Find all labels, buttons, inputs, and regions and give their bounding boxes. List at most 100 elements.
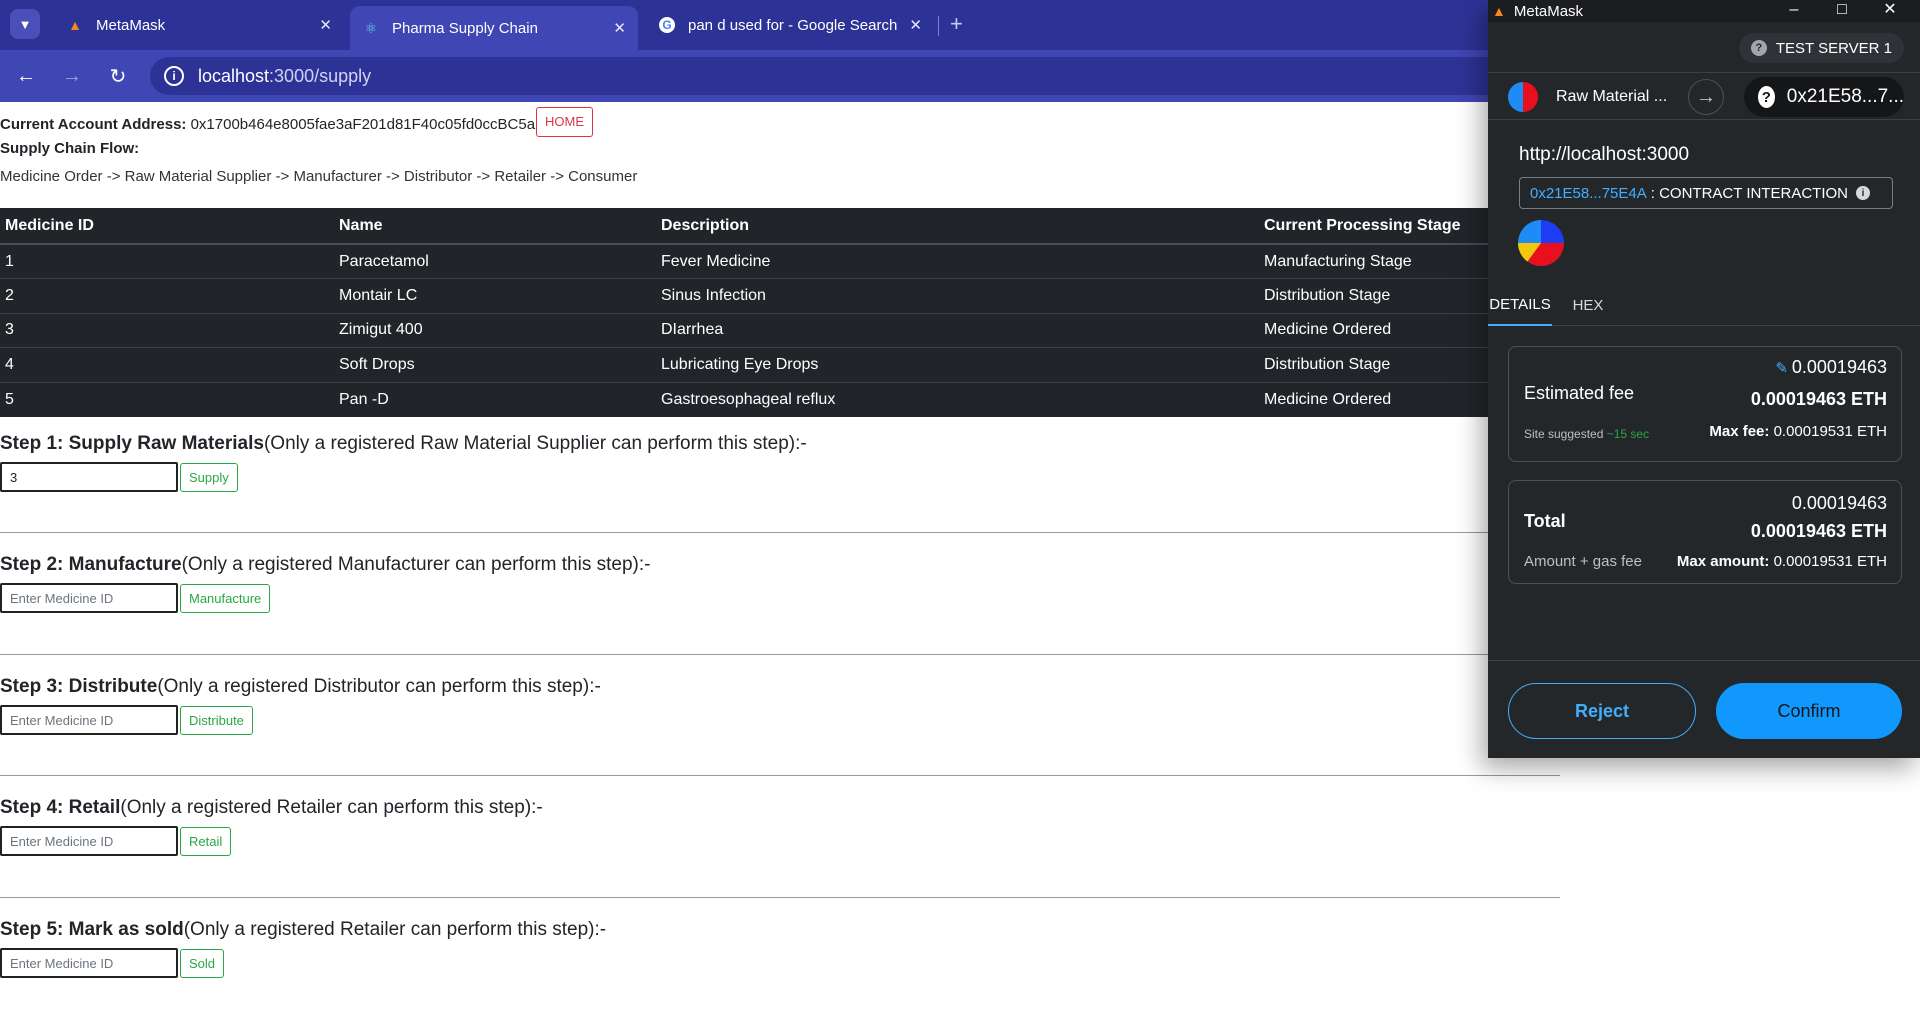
to-account-address: 0x21E58...7... [1786,86,1904,107]
manufacture-button[interactable]: Manufacture [180,583,271,613]
arrow-right-icon: → [1688,79,1724,115]
react-icon: ⚛ [364,19,378,36]
cell-name: Paracetamol [334,243,656,279]
close-icon[interactable]: ✕ [1866,0,1914,20]
cell-description: Fever Medicine [656,243,1259,279]
contract-address[interactable]: 0x21E58...75E4A [1530,185,1647,202]
tab-search-chevron-icon[interactable]: ▼ [10,9,40,39]
medicine-id-input[interactable] [0,705,178,735]
sold-button[interactable]: Sold [180,948,225,978]
total-label: Total [1524,511,1566,531]
tab-google-search[interactable]: G pan d used for - Google Search ✕ [646,6,934,44]
account-line: Current Account Address: 0x1700b464e8005… [0,107,594,140]
cell-id: 3 [0,312,334,348]
supply-button[interactable]: Supply [180,462,238,492]
medicine-id-input[interactable] [0,948,178,978]
medicine-id-input[interactable] [0,826,178,856]
confirm-button[interactable]: Confirm [1716,683,1902,739]
distribute-button[interactable]: Distribute [180,705,253,735]
close-icon[interactable]: ✕ [319,16,332,34]
step-title: Step 4: Retail [0,797,121,818]
step-title: Step 2: Manufacture [0,554,182,575]
medicine-table: Medicine ID Name Description Current Pro… [0,208,1560,417]
cell-name: Montair LC [334,278,656,313]
total-card: Total 0.00019463 0.00019463 ETH Amount +… [1508,480,1902,584]
estimated-fee-eth: 0.00019463 ETH [1750,389,1887,409]
metamask-popup: ▲ MetaMask – □ ✕ ? TEST SERVER 1 Raw Mat… [1488,0,1920,758]
back-arrow-icon[interactable]: ← [12,62,40,90]
home-button[interactable]: HOME [536,107,594,137]
step-mark-sold: Step 5: Mark as sold(Only a registered R… [0,918,1560,978]
metamask-footer: Reject Confirm [1488,660,1920,758]
forward-arrow-icon[interactable]: → [58,62,86,90]
table-row: 5 Pan -D Gastroesophageal reflux Medicin… [0,381,1560,417]
total-value: 0.00019463 [1791,493,1887,513]
tab-title: MetaMask [96,16,166,34]
reject-button[interactable]: Reject [1508,683,1696,739]
estimated-fee-value: 0.00019463 [1791,357,1887,377]
minimize-icon[interactable]: – [1770,0,1818,20]
cell-id: 5 [0,381,334,417]
divider [0,654,1560,655]
max-amount-value: 0.00019531 ETH [1773,553,1887,570]
from-account[interactable]: Raw Material ... [1508,82,1667,112]
tab-pharma-supply-chain[interactable]: ⚛ Pharma Supply Chain ✕ [350,6,638,50]
site-info-icon[interactable]: i [164,66,184,86]
step-title: Step 5: Mark as sold [0,919,184,940]
medicine-id-input[interactable] [0,583,178,613]
step-title: Step 1: Supply Raw Materials [0,433,264,454]
details-tabs: DETAILS HEX [1488,284,1920,326]
table-row: 3 Zimigut 400 DIarrhea Medicine Ordered [0,312,1560,348]
close-icon[interactable]: ✕ [909,16,922,34]
to-account[interactable]: ? 0x21E58...7... [1744,77,1904,117]
step-note: (Only a registered Raw Material Supplier… [263,433,807,454]
network-selector[interactable]: ? TEST SERVER 1 [1738,33,1904,63]
google-icon: G [658,16,676,34]
maximize-icon[interactable]: □ [1818,0,1866,20]
contract-label: : CONTRACT INTERACTION [1650,184,1848,202]
pencil-icon[interactable]: ✎ [1775,360,1788,377]
cell-name: Zimigut 400 [334,312,656,348]
cell-id: 1 [0,243,334,279]
account-label: Current Account Address: [0,115,187,133]
cell-description: DIarrhea [656,312,1259,348]
network-name: TEST SERVER 1 [1775,39,1892,57]
window-title: MetaMask [1513,2,1584,20]
reload-icon[interactable]: ↻ [104,62,132,90]
flow-title: Supply Chain Flow: [0,140,140,157]
contract-interaction-box[interactable]: 0x21E58...75E4A : CONTRACT INTERACTION i [1519,177,1893,209]
divider [0,897,1560,898]
close-icon[interactable]: ✕ [613,19,626,37]
step-distribute: Step 3: Distribute(Only a registered Dis… [0,675,1560,735]
site-origin: http://localhost:3000 [1519,144,1690,165]
column-header: Description [656,208,1259,245]
question-icon: ? [1758,86,1775,108]
cell-name: Pan -D [334,381,656,417]
info-icon[interactable]: i [1856,186,1870,200]
total-eth: 0.00019463 ETH [1750,521,1887,541]
column-header: Medicine ID [0,208,334,245]
step-retail: Step 4: Retail(Only a registered Retaile… [0,796,1560,856]
retail-button[interactable]: Retail [180,826,232,856]
site-suggested-label: Site suggested [1524,427,1604,441]
tab-hex[interactable]: HEX [1568,284,1608,326]
cell-description: Sinus Infection [656,278,1259,313]
address-bar[interactable]: i localhost:3000/supply [150,57,1550,95]
estimated-fee-label: Estimated fee [1524,383,1635,403]
metamask-titlebar: ▲ MetaMask – □ ✕ [1488,0,1920,22]
contract-avatar [1518,220,1564,266]
flow-text: Medicine Order -> Raw Material Supplier … [0,168,638,185]
step-note: (Only a registered Retailer can perform … [183,919,607,940]
tab-metamask[interactable]: ▲ MetaMask ✕ [54,6,344,44]
divider [0,775,1560,776]
step-note: (Only a registered Retailer can perform … [120,797,543,818]
step-note: (Only a registered Distributor can perfo… [157,676,601,697]
svg-text:G: G [662,18,671,32]
from-account-name: Raw Material ... [1556,88,1668,105]
new-tab-plus-icon[interactable]: + [950,11,963,37]
medicine-id-input[interactable] [0,462,178,492]
tab-details[interactable]: DETAILS [1488,284,1552,326]
cell-id: 4 [0,347,334,382]
cell-id: 2 [0,278,334,313]
account-row: Raw Material ... → ? 0x21E58...7... [1488,72,1920,120]
